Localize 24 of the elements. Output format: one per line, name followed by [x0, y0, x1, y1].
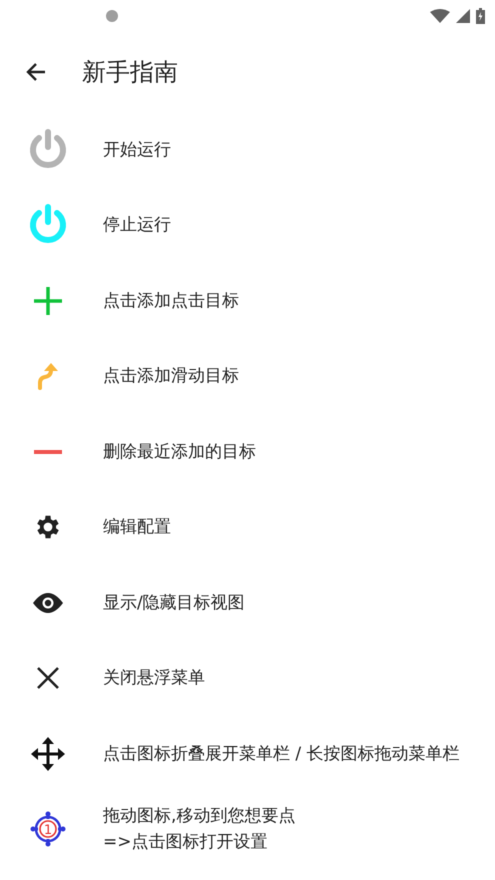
page-title: 新手指南: [82, 57, 178, 88]
guide-item-text: 点击图标折叠展开菜单栏 / 长按图标拖动菜单栏: [103, 742, 461, 766]
guide-item-text: 停止运行: [103, 214, 172, 238]
guide-item-text: 关闭悬浮菜单: [103, 667, 206, 690]
back-arrow-icon: [25, 61, 47, 83]
guide-item-text: 点击添加滑动目标: [103, 365, 240, 388]
guide-item-text: 拖动图标,移动到您想要点: [103, 805, 296, 828]
move-arrows-icon: [30, 736, 66, 772]
target-number: 1: [44, 823, 52, 838]
guide-item-text: 删除最近添加的目标: [103, 440, 257, 464]
guide-item-text: =>点击图标打开设置: [103, 831, 268, 854]
wifi-icon: [430, 9, 450, 23]
signal-icon: [456, 9, 470, 23]
curved-arrow-icon: [36, 362, 60, 390]
notification-dot-icon: [105, 9, 119, 23]
guide-item-text: 点击添加点击目标: [103, 290, 240, 313]
close-icon: [36, 666, 60, 690]
guide-item-text: 显示/隐藏目标视图: [103, 592, 246, 615]
plus-icon: [33, 286, 63, 316]
minus-icon: [34, 450, 62, 454]
guide-item-text: 编辑配置: [103, 516, 172, 540]
battery-icon: [476, 8, 485, 24]
eye-icon: [33, 592, 63, 613]
guide-item-text: 开始运行: [103, 138, 172, 162]
